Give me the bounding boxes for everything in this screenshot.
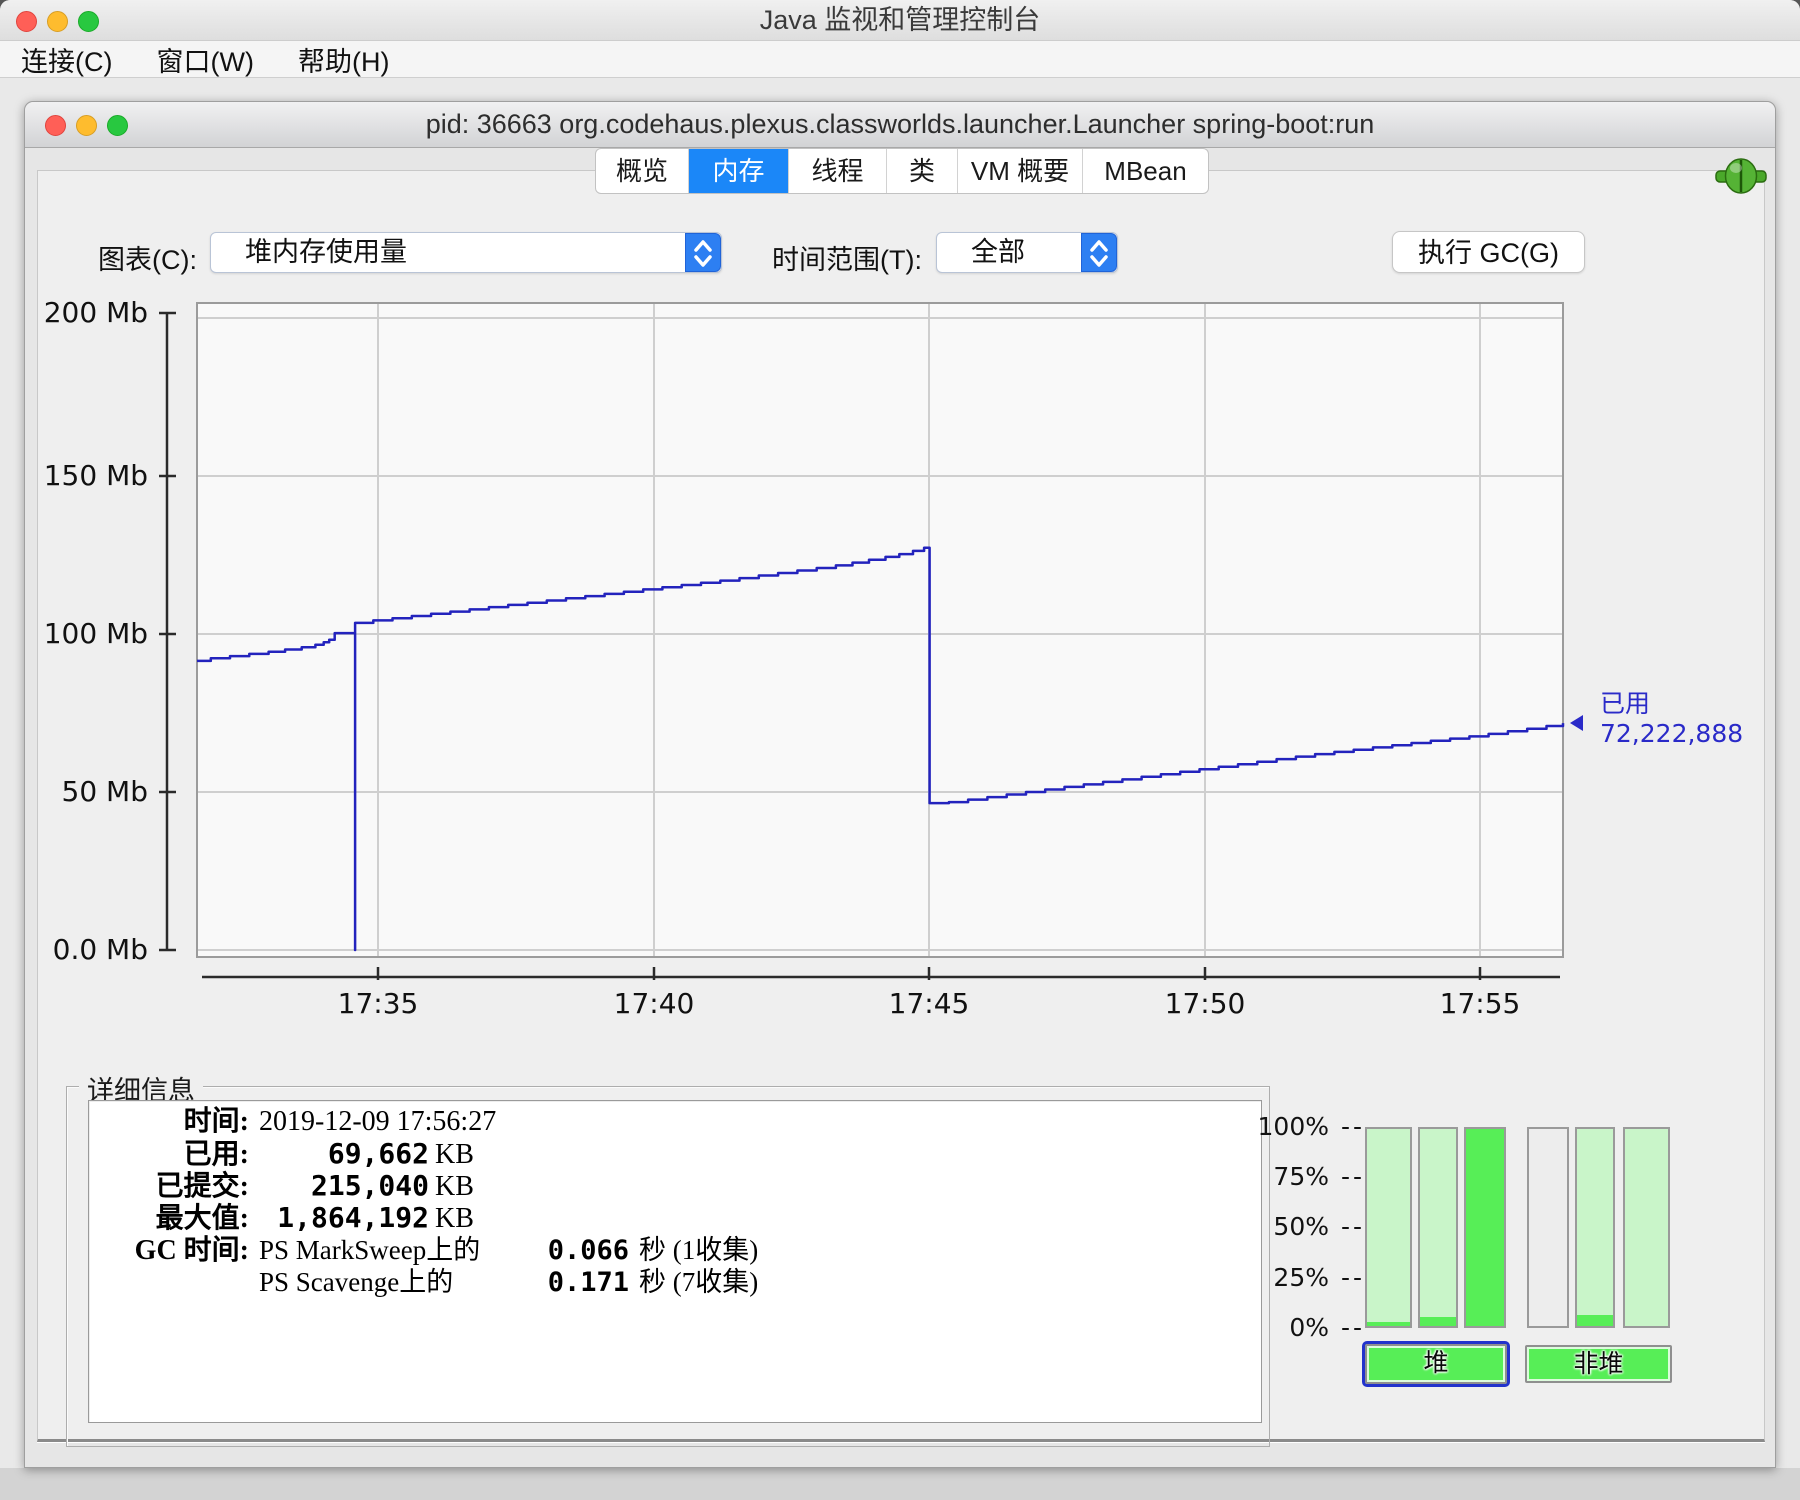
y-tick: 50 Mb — [61, 775, 148, 808]
jconsole-screen: Java 监视和管理控制台 连接(C) 窗口(W) 帮助(H) pid: 366… — [0, 0, 1800, 1500]
detail-row-committed: 已提交: 215,040 KB — [89, 1169, 1261, 1203]
gauge-tick-dash: -- — [1340, 1212, 1365, 1241]
detail-label: 已提交: — [155, 1171, 249, 1202]
y-tick: 0.0 Mb — [52, 933, 148, 966]
outer-titlebar[interactable]: Java 监视和管理控制台 — [0, 0, 1800, 41]
details-box: 时间: 2019-12-09 17:56:27 已用: 69,662 KB 已提… — [88, 1100, 1262, 1423]
gauge-tick-row: 50% -- — [1233, 1212, 1365, 1242]
heap-pool-bar — [1464, 1127, 1506, 1328]
gauge-tick-row: 75% -- — [1233, 1162, 1365, 1192]
y-tick: 200 Mb — [43, 296, 148, 329]
detail-unit: KB — [435, 1171, 474, 1202]
detail-row-gc-2: PS Scavenge上的 0.171 秒 (7收集) — [89, 1266, 1261, 1298]
gauge-tick-row: 0% -- — [1233, 1313, 1365, 1343]
time-range-select-value: 全部 — [971, 237, 1025, 267]
chart-canvas — [159, 302, 1583, 980]
chart-type-select-value: 堆内存使用量 — [245, 237, 407, 267]
time-range-select[interactable]: 全部 — [936, 232, 1118, 273]
tab-mbean[interactable]: MBean — [1083, 149, 1208, 193]
heap-memory-chart: 200 Mb 150 Mb 100 Mb 50 Mb 0.0 Mb 17:35 … — [0, 290, 1800, 1035]
heap-pool-bar — [1365, 1127, 1412, 1328]
detail-number: 69,662 — [327, 1137, 429, 1170]
detail-row-used: 已用: 69,662 KB — [89, 1137, 1261, 1171]
annotation-value: 72,222,888 — [1600, 719, 1744, 748]
detail-number: 1,864,192 — [277, 1201, 429, 1234]
heap-used-annotation: 已用 72,222,888 — [1600, 689, 1743, 749]
detail-row-time: 时间: 2019-12-09 17:56:27 — [89, 1106, 1261, 1138]
gauge-tick-dash: -- — [1340, 1263, 1365, 1292]
nonheap-pool-bar — [1575, 1127, 1615, 1328]
chart-select-label: 图表(C): — [98, 245, 197, 275]
perform-gc-button[interactable]: 执行 GC(G) — [1392, 231, 1585, 273]
detail-value: 2019-12-09 17:56:27 — [259, 1106, 497, 1137]
detail-label: GC 时间: — [134, 1235, 249, 1266]
chevron-updown-icon — [1081, 233, 1117, 272]
inner-titlebar[interactable]: pid: 36663 org.codehaus.plexus.classworl… — [25, 102, 1775, 148]
gauge-tick-dash: -- — [1340, 1162, 1365, 1191]
gauge-tick-label: 50% — [1273, 1212, 1329, 1241]
x-tick: 17:50 — [1164, 987, 1246, 1020]
gc-suffix: 秒 (7收集) — [639, 1267, 759, 1297]
gc-collector-name: PS MarkSweep上的 — [259, 1235, 481, 1265]
heap-toggle-button[interactable]: 堆 — [1362, 1341, 1510, 1387]
chevron-updown-icon — [685, 233, 721, 272]
menu-connection[interactable]: 连接(C) — [21, 40, 112, 79]
y-tick: 150 Mb — [43, 459, 148, 492]
x-tick: 17:40 — [613, 987, 695, 1020]
gauge-tick-dash: -- — [1340, 1112, 1365, 1141]
detail-unit: KB — [435, 1139, 474, 1170]
inner-window-title: pid: 36663 org.codehaus.plexus.classworl… — [425, 109, 1375, 139]
outer-window-footer — [0, 1468, 1800, 1500]
x-tick: 17:35 — [337, 987, 419, 1020]
tab-threads[interactable]: 线程 — [789, 149, 887, 193]
gauge-tick-label: 25% — [1273, 1263, 1329, 1292]
chart-type-select[interactable]: 堆内存使用量 — [210, 232, 722, 273]
tab-vm-summary[interactable]: VM 概要 — [958, 149, 1083, 193]
detail-number: 215,040 — [310, 1169, 429, 1202]
detail-row-gc-1: GC 时间: PS MarkSweep上的 0.066 秒 (1收集) — [89, 1234, 1261, 1266]
x-tick: 17:55 — [1439, 987, 1521, 1020]
tab-overview[interactable]: 概览 — [596, 149, 689, 193]
y-tick: 100 Mb — [43, 617, 148, 650]
gauge-tick-label: 0% — [1289, 1313, 1329, 1342]
annotation-arrow-icon — [1570, 715, 1583, 731]
details-group: 详细信息 时间: 2019-12-09 17:56:27 已用: 69,662 … — [66, 1069, 1270, 1447]
menu-help[interactable]: 帮助(H) — [298, 40, 389, 79]
detail-label: 最大值: — [155, 1203, 249, 1234]
gc-suffix: 秒 (1收集) — [639, 1235, 759, 1265]
nonheap-toggle-button[interactable]: 非堆 — [1525, 1345, 1672, 1383]
gauge-tick-label: 75% — [1273, 1162, 1329, 1191]
detail-unit: KB — [435, 1203, 474, 1234]
connection-plug-icon[interactable] — [1715, 157, 1767, 195]
detail-row-max: 最大值: 1,864,192 KB — [89, 1201, 1261, 1235]
x-tick: 17:45 — [888, 987, 970, 1020]
gauge-tick-row: 100% -- — [1233, 1112, 1365, 1142]
outer-window-title: Java 监视和管理控制台 — [759, 5, 1041, 35]
tab-bar: 概览 内存 线程 类 VM 概要 MBean — [595, 148, 1209, 194]
detail-label: 已用: — [183, 1139, 249, 1170]
gauge-tick-label: 100% — [1257, 1112, 1329, 1141]
menu-bar: 连接(C) 窗口(W) 帮助(H) — [0, 41, 1800, 78]
detail-label: 时间: — [183, 1106, 249, 1137]
menu-window[interactable]: 窗口(W) — [156, 40, 253, 79]
gauge-tick-row: 25% -- — [1233, 1263, 1365, 1293]
time-range-label: 时间范围(T): — [772, 245, 922, 275]
gc-seconds: 0.171 — [547, 1267, 629, 1298]
gc-seconds: 0.066 — [547, 1235, 629, 1266]
nonheap-pool-bar — [1527, 1127, 1569, 1328]
nonheap-pool-bar — [1623, 1127, 1670, 1328]
tab-classes[interactable]: 类 — [887, 149, 958, 193]
gauge-tick-dash: -- — [1340, 1313, 1365, 1342]
annotation-label: 已用 — [1600, 689, 1651, 718]
tab-memory[interactable]: 内存 — [689, 149, 789, 193]
gc-collector-name: PS Scavenge上的 — [259, 1267, 454, 1297]
heap-pool-bar — [1418, 1127, 1458, 1328]
